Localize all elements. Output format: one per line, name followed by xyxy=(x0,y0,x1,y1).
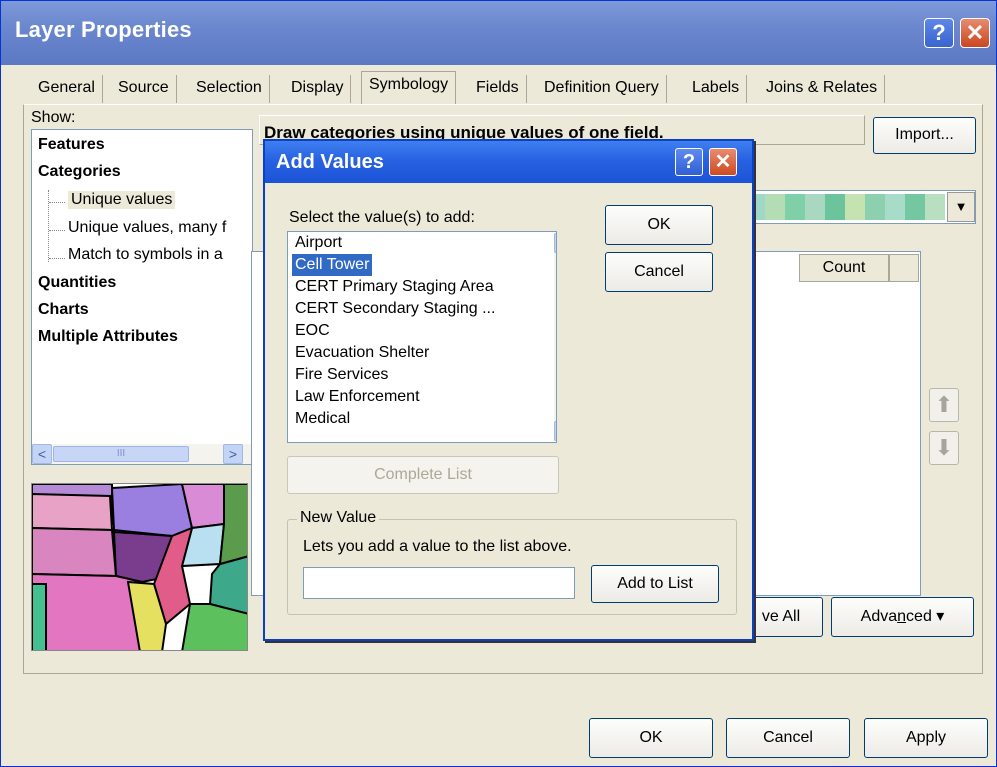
list-item[interactable]: Evacuation Shelter xyxy=(292,342,432,364)
select-values-label: Select the value(s) to add: xyxy=(289,209,475,226)
new-value-hint: Lets you add a value to the list above. xyxy=(303,538,572,555)
ramp-color-swatch xyxy=(905,194,925,220)
scroll-thumb[interactable] xyxy=(556,255,557,365)
ramp-color-swatch xyxy=(825,194,845,220)
tree-item-match-to-symbols[interactable]: Match to symbols in a xyxy=(68,246,223,264)
import-button[interactable]: Import... xyxy=(873,117,976,154)
scroll-down-button[interactable]: ▼ xyxy=(554,421,556,441)
column-header-spacer xyxy=(889,254,919,282)
show-tree: Features Categories Unique values Unique… xyxy=(31,129,253,465)
values-vertical-scrollbar[interactable]: ▲ ▼ xyxy=(554,233,557,441)
dialog-ok-button[interactable]: OK xyxy=(605,205,713,245)
list-item[interactable]: EOC xyxy=(292,320,333,342)
ramp-color-swatch xyxy=(785,194,805,220)
list-item[interactable]: Law Enforcement xyxy=(292,386,423,408)
list-item[interactable]: Medical xyxy=(292,408,353,430)
advanced-label-a: Adva xyxy=(860,608,898,625)
ramp-color-swatch xyxy=(765,194,785,220)
scroll-right-button[interactable]: > xyxy=(223,444,243,464)
chevron-down-icon[interactable]: ▼ xyxy=(947,192,975,222)
caret-down-icon: ▾ xyxy=(936,608,945,625)
advanced-label-b: ced xyxy=(906,608,932,625)
ramp-color-swatch xyxy=(925,194,945,220)
list-item[interactable]: Fire Services xyxy=(292,364,391,386)
ramp-color-swatch xyxy=(865,194,885,220)
ramp-color-swatch xyxy=(845,194,865,220)
tree-item-unique-values[interactable]: Unique values xyxy=(68,191,176,209)
tab-selection[interactable]: Selection xyxy=(189,75,270,103)
help-button[interactable]: ? xyxy=(924,18,954,48)
apply-button[interactable]: Apply xyxy=(864,718,988,758)
tab-labels[interactable]: Labels xyxy=(685,75,748,103)
layer-properties-window: Layer Properties ? ✕ General Source Sele… xyxy=(0,0,997,767)
dialog-title: Add Values xyxy=(276,151,384,173)
scroll-up-button[interactable]: ▲ xyxy=(554,233,556,253)
tab-display[interactable]: Display xyxy=(284,75,352,103)
title-bar[interactable]: Layer Properties ? ✕ xyxy=(1,1,996,65)
values-listbox[interactable]: Airport Cell Tower CERT Primary Staging … xyxy=(287,231,557,443)
tab-definition-query[interactable]: Definition Query xyxy=(537,75,667,103)
map-preview-image xyxy=(31,483,248,651)
list-item[interactable]: CERT Primary Staging Area xyxy=(292,276,497,298)
dialog-cancel-button[interactable]: Cancel xyxy=(605,252,713,292)
color-ramp-select[interactable]: ▼ xyxy=(744,190,976,224)
tab-joins-relates[interactable]: Joins & Relates xyxy=(759,75,886,103)
add-to-list-button[interactable]: Add to List xyxy=(591,565,719,603)
new-value-legend: New Value xyxy=(297,509,380,527)
dialog-title-bar[interactable]: Add Values ? ✕ xyxy=(265,141,752,183)
advanced-label-mnemonic: n xyxy=(897,608,907,625)
list-item[interactable]: CERT Secondary Staging ... xyxy=(292,298,498,320)
tree-connector xyxy=(48,190,66,262)
ok-button[interactable]: OK xyxy=(589,718,713,758)
count-column-header[interactable]: Count xyxy=(799,254,889,282)
scroll-left-button[interactable]: < xyxy=(32,444,52,464)
color-ramp-swatch xyxy=(745,194,945,220)
dialog-close-button[interactable]: ✕ xyxy=(709,148,737,176)
move-up-icon[interactable]: ⬆ xyxy=(929,388,959,422)
ramp-color-swatch xyxy=(885,194,905,220)
dialog-help-button[interactable]: ? xyxy=(675,148,703,176)
tab-symbology[interactable]: Symbology xyxy=(361,71,457,105)
move-down-icon[interactable]: ⬇ xyxy=(929,431,959,465)
new-value-input[interactable] xyxy=(303,567,575,599)
tree-item-quantities[interactable]: Quantities xyxy=(38,274,116,292)
add-values-dialog: Add Values ? ✕ Select the value(s) to ad… xyxy=(263,139,754,641)
scroll-thumb[interactable]: III xyxy=(53,446,189,462)
tab-source[interactable]: Source xyxy=(111,75,177,103)
tree-item-categories[interactable]: Categories xyxy=(38,163,121,181)
tree-item-features[interactable]: Features xyxy=(38,136,105,154)
list-item-selected[interactable]: Cell Tower xyxy=(292,254,373,276)
complete-list-button[interactable]: Complete List xyxy=(287,456,559,494)
show-label: Show: xyxy=(31,109,76,126)
cancel-button[interactable]: Cancel xyxy=(726,718,850,758)
ramp-color-swatch xyxy=(805,194,825,220)
tab-general[interactable]: General xyxy=(31,75,103,103)
close-button[interactable]: ✕ xyxy=(960,18,990,48)
tab-fields[interactable]: Fields xyxy=(469,75,527,103)
advanced-button[interactable]: Advanced ▾ xyxy=(831,597,974,637)
window-title: Layer Properties xyxy=(15,17,192,42)
tree-item-multiple-attributes[interactable]: Multiple Attributes xyxy=(38,328,178,346)
list-item[interactable]: Airport xyxy=(292,232,345,254)
tree-item-charts[interactable]: Charts xyxy=(38,301,89,319)
tree-item-unique-values-many[interactable]: Unique values, many f xyxy=(68,219,226,237)
